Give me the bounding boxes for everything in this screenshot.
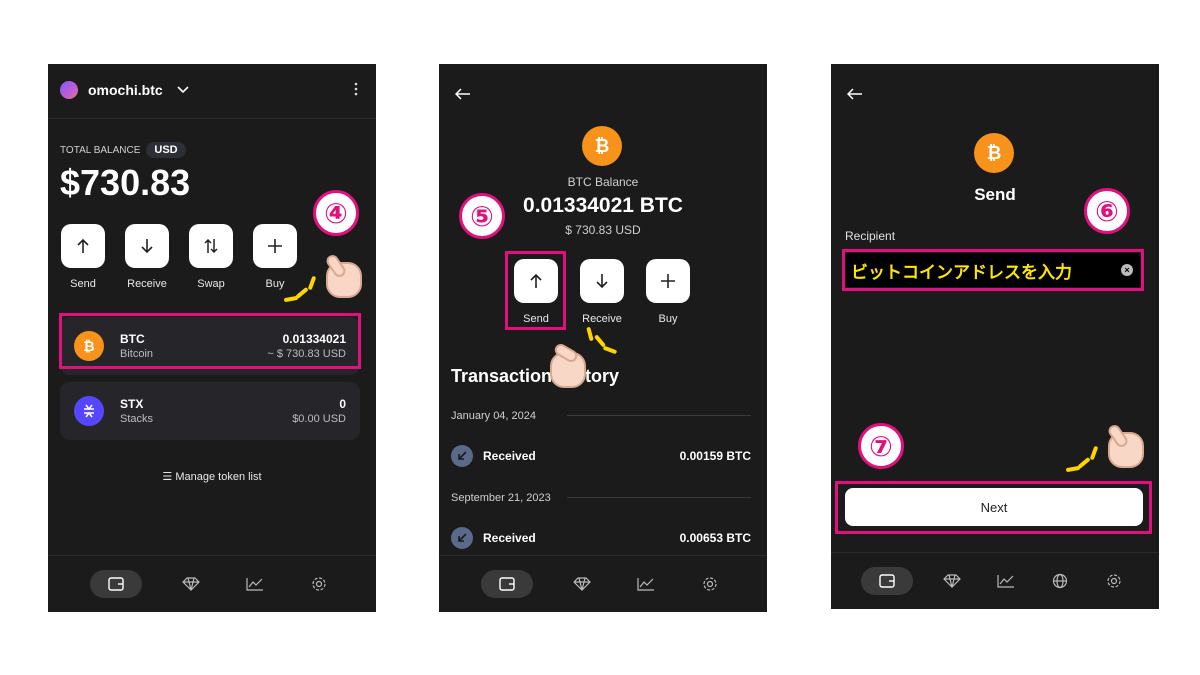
token-symbol: STX	[120, 397, 144, 411]
send-button[interactable]	[61, 224, 105, 268]
swap-label: Swap	[197, 278, 225, 290]
bottom-nav	[48, 555, 376, 612]
diamond-icon[interactable]	[567, 571, 597, 597]
total-balance-label: TOTAL BALANCE USD	[60, 142, 186, 158]
bitcoin-icon: ₿	[582, 126, 622, 166]
wallet-icon[interactable]	[481, 570, 533, 598]
tx-label: Received	[483, 449, 536, 463]
highlight-send-button	[505, 251, 566, 330]
send-label: Send	[70, 278, 96, 290]
recipient-label: Recipient	[845, 229, 896, 243]
receive-label: Receive	[582, 313, 622, 325]
date-divider	[567, 415, 751, 416]
wallet-icon[interactable]	[90, 570, 142, 598]
bottom-nav	[439, 555, 767, 612]
tx-amount: 0.00159 BTC	[679, 449, 751, 463]
step-5-badge: ⑤	[459, 193, 505, 239]
total-balance-value: $730.83	[60, 162, 191, 203]
step-7-badge: ⑦	[858, 423, 904, 469]
wallet-icon[interactable]	[861, 567, 913, 595]
swap-action[interactable]: Swap	[179, 224, 243, 290]
buy-label: Buy	[265, 278, 285, 290]
globe-icon[interactable]	[1045, 568, 1075, 594]
received-arrow-icon	[451, 445, 473, 467]
buy-label: Buy	[658, 313, 678, 325]
plus-icon	[661, 274, 675, 288]
list-icon: ☰	[162, 471, 176, 483]
receive-label: Receive	[127, 278, 167, 290]
bitcoin-icon: ₿	[974, 133, 1014, 173]
plus-icon	[268, 239, 282, 253]
receive-action[interactable]: Receive	[569, 259, 635, 325]
diamond-icon[interactable]	[937, 568, 967, 594]
highlight-recipient-input	[842, 249, 1144, 291]
chart-icon[interactable]	[631, 571, 661, 597]
receive-button[interactable]	[125, 224, 169, 268]
header-divider	[48, 118, 376, 119]
total-balance-text: TOTAL BALANCE	[60, 144, 141, 156]
tx-label: Received	[483, 531, 536, 545]
receive-button[interactable]	[580, 259, 624, 303]
buy-button[interactable]	[646, 259, 690, 303]
tx-date: January 04, 2024	[451, 410, 537, 422]
arrow-down-icon	[596, 274, 608, 289]
highlight-btc-row	[59, 313, 361, 369]
token-name: Stacks	[120, 413, 154, 425]
chart-icon[interactable]	[991, 568, 1021, 594]
back-arrow-icon[interactable]	[454, 84, 471, 105]
avatar	[60, 81, 78, 99]
tx-amount: 0.00653 BTC	[679, 531, 751, 545]
token-row-stx[interactable]: STX Stacks 0 $0.00 USD	[60, 382, 360, 440]
buy-action[interactable]: Buy	[635, 259, 701, 325]
step-4-badge: ④	[313, 190, 359, 236]
diamond-icon[interactable]	[176, 571, 206, 597]
list-item[interactable]: Received 0.00653 BTC	[451, 526, 751, 550]
date-divider	[567, 497, 751, 498]
highlight-next-button	[835, 481, 1152, 534]
token-usd: $0.00 USD	[292, 413, 346, 425]
buy-action[interactable]: Buy	[243, 224, 307, 290]
gear-icon[interactable]	[1099, 568, 1129, 594]
btc-balance-label: BTC Balance	[567, 175, 639, 189]
arrow-down-icon	[141, 239, 153, 254]
list-item[interactable]: Received 0.00159 BTC	[451, 444, 751, 468]
send-action[interactable]: Send	[51, 224, 115, 290]
chevron-down-icon	[177, 83, 189, 97]
manage-token-list-label: Manage token list	[175, 471, 262, 483]
gear-icon[interactable]	[695, 571, 725, 597]
back-arrow-icon[interactable]	[846, 84, 863, 105]
transaction-history-title: Transaction History	[451, 366, 620, 386]
swap-button[interactable]	[189, 224, 233, 268]
manage-token-list-link[interactable]: ☰ Manage token list	[48, 470, 376, 483]
bottom-nav	[831, 552, 1159, 609]
chart-icon[interactable]	[240, 571, 270, 597]
arrow-up-icon	[77, 238, 89, 253]
action-row: Send Receive Swap Buy	[51, 224, 307, 290]
currency-pill[interactable]: USD	[146, 142, 186, 158]
btc-detail-screen: ₿ BTC Balance 0.01334021 BTC $ 730.83 US…	[439, 64, 767, 612]
stacks-icon	[74, 396, 104, 426]
token-amount: 0	[339, 397, 346, 411]
tx-date: September 21, 2023	[451, 492, 551, 504]
swap-icon	[204, 238, 218, 254]
buy-button[interactable]	[253, 224, 297, 268]
more-options-icon[interactable]	[354, 82, 358, 96]
gear-icon[interactable]	[304, 571, 334, 597]
step-6-badge: ⑥	[1084, 188, 1130, 234]
account-switcher[interactable]: omochi.btc	[60, 81, 189, 99]
receive-action[interactable]: Receive	[115, 224, 179, 290]
account-name: omochi.btc	[88, 82, 163, 98]
received-arrow-icon	[451, 527, 473, 549]
